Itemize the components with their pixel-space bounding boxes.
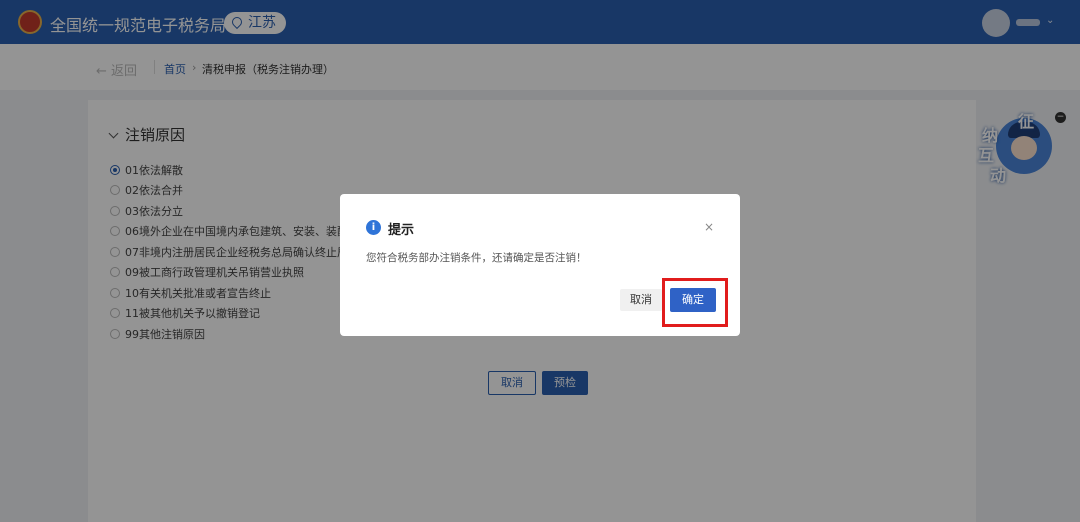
highlight-annotation-box	[662, 278, 728, 327]
dialog-cancel-button[interactable]: 取消	[620, 289, 662, 311]
close-icon[interactable]: ×	[704, 220, 714, 234]
dialog-message: 您符合税务部办注销条件，还请确定是否注销！	[366, 252, 587, 264]
dialog-title: 提示	[388, 223, 415, 238]
info-icon: i	[366, 220, 381, 235]
